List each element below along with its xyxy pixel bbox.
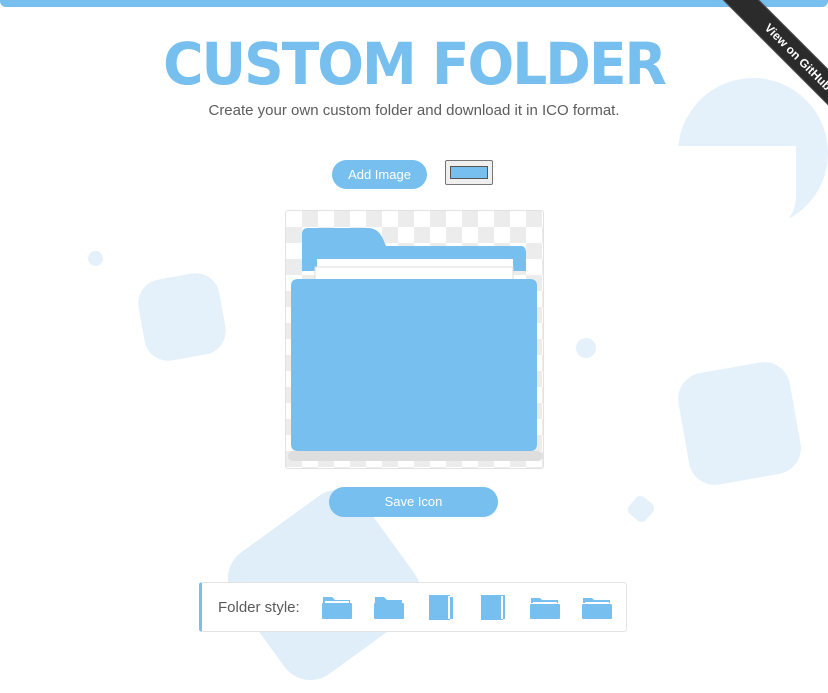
folder-style-1-icon[interactable] <box>321 593 353 621</box>
folder-style-5-icon[interactable] <box>529 593 561 621</box>
folder-style-6-icon[interactable] <box>581 593 613 621</box>
decorative-shape <box>134 269 230 365</box>
save-icon-button[interactable]: Save Icon <box>329 487 498 517</box>
folder-style-4-icon[interactable] <box>477 593 509 621</box>
folder-style-picker: Folder style: <box>199 582 627 632</box>
folder-preview-icon <box>288 228 543 461</box>
decorative-shape <box>625 493 657 525</box>
folder-color-picker[interactable] <box>445 160 493 185</box>
github-ribbon-label[interactable]: View on GitHub <box>711 0 828 144</box>
github-ribbon[interactable]: View on GitHub <box>668 0 828 160</box>
folder-style-2-icon[interactable] <box>373 593 405 621</box>
folder-style-label: Folder style: <box>218 599 300 616</box>
decorative-shape <box>88 251 103 266</box>
decorative-shape <box>674 358 805 489</box>
folder-style-3-icon[interactable] <box>425 593 457 621</box>
decorative-shape <box>576 338 596 358</box>
folder-color-swatch <box>450 166 488 179</box>
folder-preview-canvas <box>285 210 544 469</box>
add-image-button[interactable]: Add Image <box>332 160 427 189</box>
